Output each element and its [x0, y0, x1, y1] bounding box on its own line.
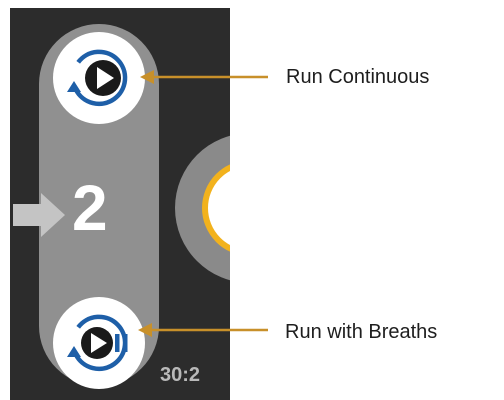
compression-ratio-label: 30:2: [160, 364, 201, 386]
status-dial: [175, 135, 230, 281]
run-with-breaths-button[interactable]: [51, 295, 147, 391]
run-continuous-button[interactable]: [51, 30, 147, 126]
run-continuous-leader-line: [140, 70, 268, 84]
run-continuous-label: Run Continuous: [286, 66, 430, 88]
current-step-arrow-icon: [13, 193, 65, 237]
run-continuous-icon: [53, 32, 145, 124]
run-with-breaths-label: Run with Breaths: [285, 321, 438, 343]
run-with-breaths-leader-line: [138, 323, 268, 337]
run-with-breaths-icon: [53, 297, 145, 389]
current-step-number: 2: [72, 172, 108, 244]
